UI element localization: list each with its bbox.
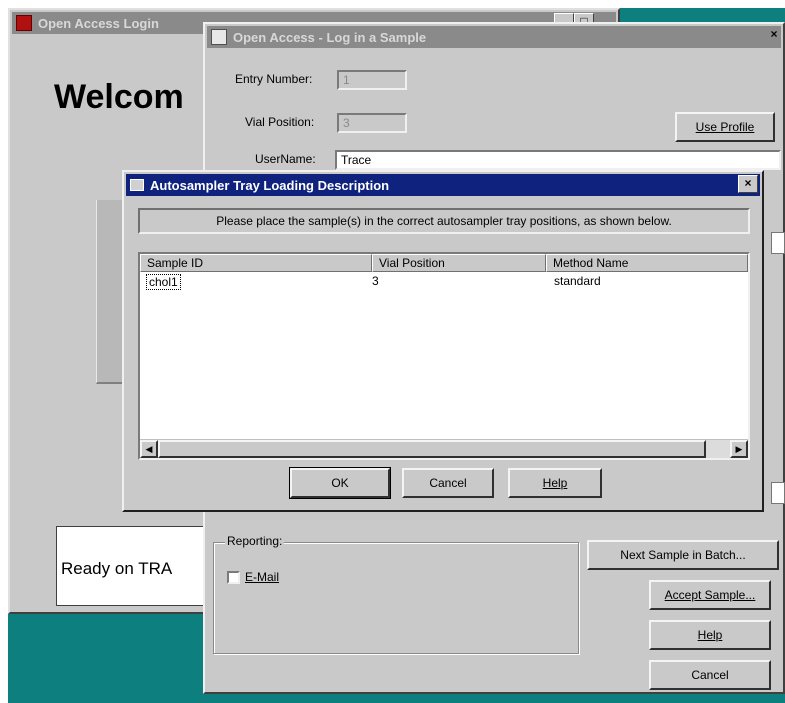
scroll-right-arrow-icon[interactable]: ▶ xyxy=(730,440,748,458)
table-row[interactable]: chol1 3 standard xyxy=(140,274,748,290)
status-text: Ready on TRA xyxy=(61,559,173,578)
dialog-help-button[interactable]: Help xyxy=(508,468,602,498)
ok-label: OK xyxy=(331,476,349,490)
welcome-heading: Welcom xyxy=(54,78,184,116)
reporting-label: Reporting: xyxy=(225,534,285,548)
close-icon[interactable]: × xyxy=(765,27,783,43)
use-profile-label: Use Profile xyxy=(695,120,755,134)
scrollbar-thumb[interactable] xyxy=(158,440,706,458)
tray-dialog-titlebar[interactable]: Autosampler Tray Loading Description xyxy=(126,174,760,196)
cancel-button[interactable]: Cancel xyxy=(649,660,771,690)
vial-position-cell: 3 xyxy=(372,274,379,288)
dialog-cancel-label: Cancel xyxy=(429,476,467,490)
dialog-cancel-button[interactable]: Cancel xyxy=(402,468,494,498)
accept-sample-label: Accept Sample... xyxy=(664,588,756,602)
instruction-text: Please place the sample(s) in the correc… xyxy=(216,214,672,228)
dialog-icon xyxy=(130,179,144,191)
sample-window-titlebar[interactable]: Open Access - Log in a Sample xyxy=(207,26,781,48)
username-field[interactable]: Trace xyxy=(335,150,781,170)
column-header-vial-position[interactable]: Vial Position xyxy=(372,254,546,272)
window-icon xyxy=(211,29,227,45)
instruction-panel: Please place the sample(s) in the correc… xyxy=(138,208,750,234)
email-label[interactable]: E-Mail xyxy=(245,570,279,584)
sample-window-title: Open Access - Log in a Sample xyxy=(233,29,427,45)
dialog-help-label: Help xyxy=(542,476,568,490)
column-header-sample-id[interactable]: Sample ID xyxy=(140,254,372,272)
accept-sample-button[interactable]: Accept Sample... xyxy=(649,580,771,610)
side-field-2[interactable] xyxy=(771,482,785,504)
method-name-cell: standard xyxy=(554,274,601,288)
ok-button[interactable]: OK xyxy=(289,467,391,499)
vial-position-label: Vial Position: xyxy=(245,115,315,129)
status-box: Ready on TRA xyxy=(56,526,226,606)
vial-position-field[interactable]: 3 xyxy=(337,113,407,133)
cancel-label: Cancel xyxy=(691,668,729,682)
entry-number-label: Entry Number: xyxy=(235,72,313,86)
help-label: Help xyxy=(697,628,723,642)
sample-id-cell[interactable]: chol1 xyxy=(146,274,181,290)
column-header-method-name[interactable]: Method Name xyxy=(546,254,748,272)
tray-dialog-title: Autosampler Tray Loading Description xyxy=(150,177,390,193)
tray-list[interactable]: Sample ID Vial Position Method Name chol… xyxy=(138,252,750,460)
app-icon xyxy=(16,15,32,31)
email-checkbox[interactable] xyxy=(227,571,240,584)
next-sample-button[interactable]: Next Sample in Batch... xyxy=(587,540,779,570)
next-sample-label: Next Sample in Batch... xyxy=(620,548,746,562)
login-window-title: Open Access Login xyxy=(38,15,159,31)
tray-dialog: Autosampler Tray Loading Description × P… xyxy=(122,170,764,512)
dialog-close-button[interactable]: × xyxy=(738,175,758,193)
use-profile-button[interactable]: Use Profile xyxy=(675,112,775,142)
reporting-group xyxy=(213,542,579,654)
username-label: UserName: xyxy=(255,152,316,166)
scroll-left-arrow-icon[interactable]: ◀ xyxy=(140,440,158,458)
entry-number-field[interactable]: 1 xyxy=(337,70,407,90)
side-field-1[interactable] xyxy=(771,232,785,254)
horizontal-scrollbar[interactable]: ◀ ▶ xyxy=(140,439,748,458)
help-button[interactable]: Help xyxy=(649,620,771,650)
